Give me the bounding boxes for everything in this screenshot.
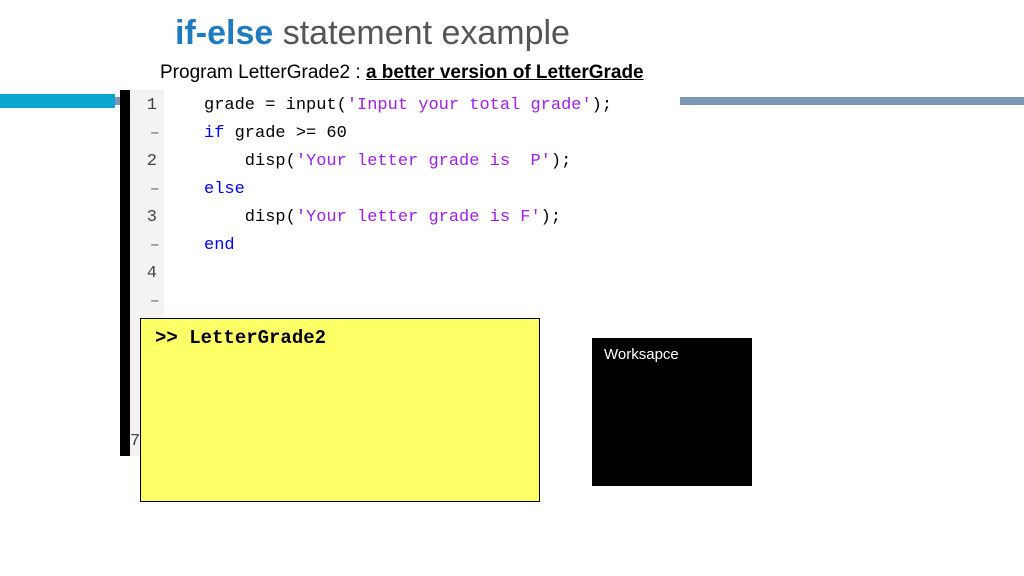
- editor-left-strip: [120, 90, 130, 456]
- code-line: else: [204, 176, 680, 204]
- code-line: disp('Your letter grade is P');: [204, 148, 680, 176]
- code-line: [204, 260, 680, 288]
- slide-title: if-else statement example: [175, 14, 570, 53]
- gutter-line: 2 –: [130, 148, 160, 204]
- command-console: >> LetterGrade2: [140, 318, 540, 502]
- slide-subtitle: Program LetterGrade2 : a better version …: [160, 62, 644, 84]
- subtitle-underline: a better version of LetterGrade: [366, 62, 644, 83]
- code-line: disp('Your letter grade is F');: [204, 204, 680, 232]
- code-line: if grade >= 60: [204, 120, 680, 148]
- title-keyword: if-else: [175, 14, 273, 52]
- subtitle-lead: Program LetterGrade2 :: [160, 62, 366, 83]
- bar-cyan: [0, 94, 115, 108]
- gutter-line: 1 –: [130, 92, 160, 148]
- code-line: end: [204, 232, 680, 260]
- title-rest: statement example: [273, 14, 570, 52]
- code-line: grade = input('Input your total grade');: [204, 92, 680, 120]
- gutter-line: 4 –: [130, 260, 160, 316]
- console-line: >> LetterGrade2: [155, 327, 525, 349]
- workspace-label: Worksapce: [604, 346, 740, 363]
- gutter-line: 3 –: [130, 204, 160, 260]
- workspace-panel: Worksapce: [592, 338, 752, 486]
